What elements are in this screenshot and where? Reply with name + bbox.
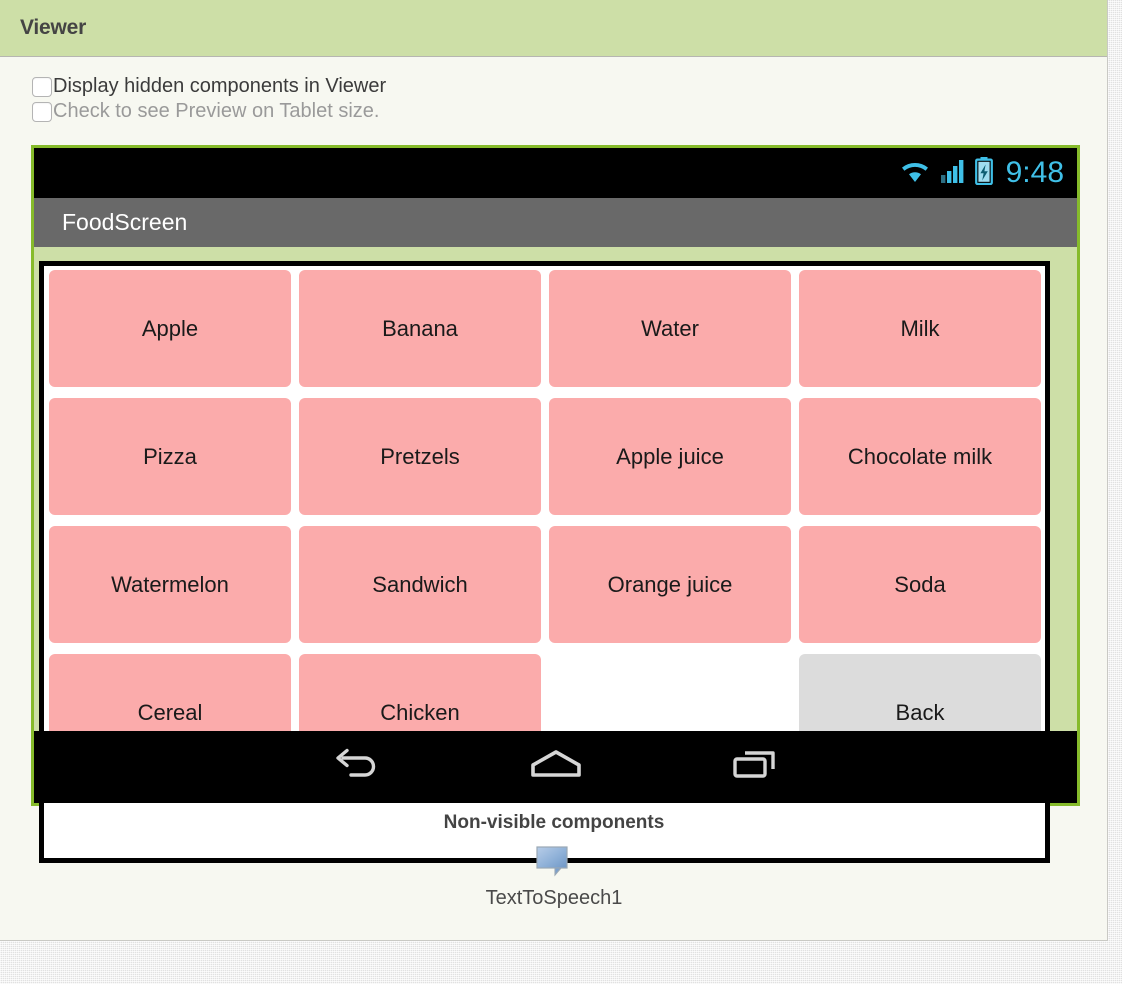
food-button[interactable]: Watermelon [49, 526, 291, 643]
app-title-bar-label: FoodScreen [62, 209, 188, 235]
food-button[interactable]: Apple [49, 270, 291, 387]
food-button[interactable]: Milk [799, 270, 1041, 387]
non-visible-components-section: Non-visible components TextToSpeech1 [0, 812, 1108, 910]
recents-nav-icon[interactable] [727, 745, 783, 790]
battery-charging-icon [974, 156, 993, 190]
food-button[interactable]: Water [549, 270, 791, 387]
signal-icon [940, 158, 966, 189]
option-display-hidden-components[interactable]: Display hidden components in Viewer [0, 75, 1107, 98]
checkbox-preview-tablet-size[interactable] [32, 101, 52, 122]
food-button[interactable]: Orange juice [549, 526, 791, 643]
option-label-display-hidden-components: Display hidden components in Viewer [53, 75, 387, 97]
checkbox-display-hidden-components[interactable] [32, 76, 52, 97]
page-title: Viewer [20, 16, 87, 39]
food-button[interactable]: Soda [799, 526, 1041, 643]
speech-bubble-icon [534, 846, 574, 882]
food-button[interactable]: Sandwich [299, 526, 541, 643]
food-button[interactable]: Chocolate milk [799, 398, 1041, 515]
back-nav-icon[interactable] [329, 745, 385, 790]
viewer-panel-header: Viewer [0, 0, 1107, 57]
android-navigation-bar [34, 731, 1077, 803]
non-visible-components-title: Non-visible components [443, 812, 665, 833]
non-visible-component-item[interactable]: TextToSpeech1 [0, 844, 1108, 910]
viewer-panel: Viewer Display hidden components in View… [0, 0, 1108, 941]
option-label-preview-tablet-size: Check to see Preview on Tablet size. [53, 100, 380, 122]
food-button[interactable]: Banana [299, 270, 541, 387]
wifi-icon [899, 158, 931, 189]
app-title-bar: FoodScreen [34, 198, 1077, 247]
non-visible-component-label: TextToSpeech1 [485, 887, 623, 909]
food-button[interactable]: Pizza [49, 398, 291, 515]
food-button[interactable]: Apple juice [549, 398, 791, 515]
button-grid: Apple Banana Water Milk Pizza Pretzels Apple j… [49, 270, 1045, 771]
status-bar-time: 9:48 [1005, 156, 1064, 189]
phone-preview-frame: 9:48 FoodScreen Apple Banana Water Milk Pizz… [31, 145, 1080, 863]
android-status-bar: 9:48 [34, 148, 1077, 198]
food-button[interactable]: Pretzels [299, 398, 541, 515]
option-preview-tablet-size[interactable]: Check to see Preview on Tablet size. [0, 100, 1107, 123]
home-nav-icon[interactable] [525, 745, 587, 790]
